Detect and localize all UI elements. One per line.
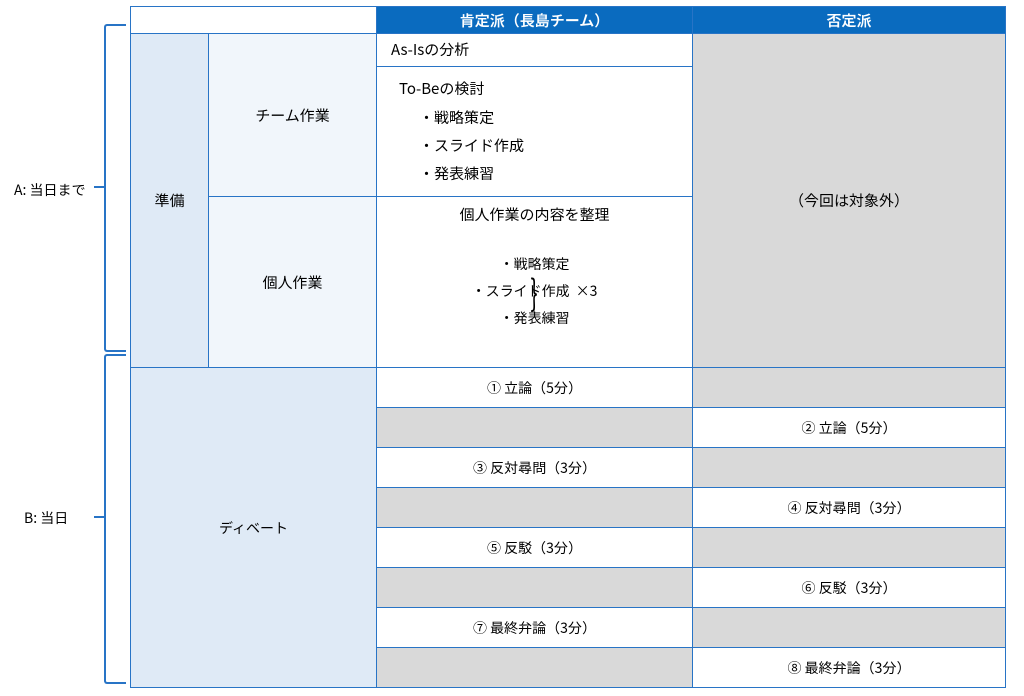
phase-debate: ディベート [131, 368, 377, 688]
prep-strategy: 戦略策定 [434, 107, 494, 128]
d4-n: ④ 反対尋問（3分） [693, 488, 1006, 528]
d2-a [377, 408, 693, 448]
d8-a [377, 648, 693, 688]
sub-indiv: 個人作業 [209, 197, 377, 368]
d4-a [377, 488, 693, 528]
d5-a: ⑤ 反駁（3分） [377, 528, 693, 568]
d6-a [377, 568, 693, 608]
d1-a: ① 立論（5分） [377, 368, 693, 408]
sub-team: チーム作業 [209, 34, 377, 197]
prep-indiv-header: 個人作業の内容を整理 [377, 205, 692, 225]
side-label-a: A: 当日まで [14, 180, 86, 200]
d3-n [693, 448, 1006, 488]
indiv-slides: スライド作成 [486, 281, 570, 301]
prep-negate-na: （今回は対象外） [693, 34, 1006, 368]
phase-prep: 準備 [131, 34, 209, 368]
d2-n: ② 立論（5分） [693, 408, 1006, 448]
prep-indiv-body: ・戦略策定 ・スライド作成 ・発表練習 } ×3 [377, 233, 692, 331]
header-row: 肯定派（長島チーム） 否定派 [131, 7, 1006, 34]
d6-n: ⑥ 反駁（3分） [693, 568, 1006, 608]
prep-na-note: （今回は対象外） [789, 190, 909, 211]
prep-practice: 発表練習 [434, 163, 494, 184]
indiv-practice: 発表練習 [514, 308, 570, 328]
header-negate: 否定派 [693, 7, 1006, 34]
prep-team-cell: As-Isの分析 To-Beの検討 ・戦略策定 ・スライド作成 ・発表練習 [377, 34, 693, 197]
header-blank [131, 7, 377, 34]
bracket-tick-a [94, 186, 106, 188]
d8-n: ⑧ 最終弁論（3分） [693, 648, 1006, 688]
bracket-tick-b [94, 516, 106, 518]
indiv-strategy: 戦略策定 [514, 254, 570, 274]
debate-row-1: ディベート ① 立論（5分） [131, 368, 1006, 408]
prep-team-row: 準備 チーム作業 As-Isの分析 To-Beの検討 ・戦略策定 ・スライド作成… [131, 34, 1006, 197]
brace-icon: } [531, 267, 538, 316]
bracket-b [104, 354, 126, 684]
d5-n [693, 528, 1006, 568]
side-label-b: B: 当日 [24, 508, 68, 528]
prep-slides: スライド作成 [434, 135, 524, 156]
d7-a: ⑦ 最終弁論（3分） [377, 608, 693, 648]
d1-n [693, 368, 1006, 408]
d3-a: ③ 反対尋問（3分） [377, 448, 693, 488]
prep-team-tobe: To-Beの検討 [391, 75, 678, 103]
header-affirm: 肯定派（長島チーム） [377, 7, 693, 34]
d7-n [693, 608, 1006, 648]
bracket-a [104, 24, 126, 352]
diagram-root: A: 当日まで B: 当日 肯定派（長島チーム） 否定派 準備 チーム作業 As… [0, 0, 1024, 696]
debate-table: 肯定派（長島チーム） 否定派 準備 チーム作業 As-Isの分析 To-Beの検… [130, 6, 1006, 688]
prep-team-asis: As-Isの分析 [377, 34, 692, 67]
prep-indiv-cell: 個人作業の内容を整理 ・戦略策定 ・スライド作成 ・発表練習 } ×3 [377, 197, 693, 368]
